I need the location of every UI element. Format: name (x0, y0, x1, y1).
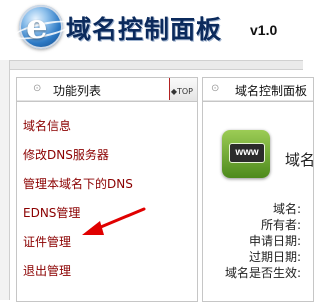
info-label-active: 域名是否生效: (224, 266, 301, 280)
tab-function-list[interactable]: ⊙ 功能列表 (17, 78, 170, 100)
left-edge-bar (0, 60, 10, 300)
function-list-panel: ⊙ 功能列表 ◆TOP 域名信息 修改DNS服务器 管理本域名下的DNS EDN… (16, 77, 198, 302)
red-arrow-annotation-icon (82, 207, 146, 235)
info-label-domain: 域名: (272, 202, 301, 216)
control-panel: ⊙ 域名控制面板 www 域名 域名: 所有者: 申请日期: 过期日期: 域名是… (202, 77, 316, 302)
globe-logo-icon: e (12, 5, 74, 49)
info-label-apply-date: 申请日期: (248, 234, 301, 248)
app-title: 域名控制面板 (66, 15, 223, 44)
www-label: www (235, 147, 259, 158)
www-screen: www (229, 143, 265, 163)
function-menu: 域名信息 修改DNS服务器 管理本域名下的DNS EDNS管理 证件管理 退出管… (23, 117, 133, 291)
function-list-header: ⊙ 功能列表 ◆TOP (17, 78, 197, 102)
info-label-expire-date: 过期日期: (248, 250, 301, 264)
domain-info-list: 域名: 所有者: 申请日期: 过期日期: 域名是否生效: (203, 201, 301, 281)
menu-item-logout[interactable]: 退出管理 (23, 262, 133, 291)
top-link-label: TOP (176, 87, 193, 96)
www-icon: www (222, 130, 270, 178)
menu-item-domain-info[interactable]: 域名信息 (23, 117, 133, 146)
function-list-title: 功能列表 (53, 84, 102, 98)
top-link[interactable]: ◆TOP (171, 87, 193, 96)
menu-item-modify-dns-server[interactable]: 修改DNS服务器 (23, 146, 133, 175)
control-panel-header: ⊙ 域名控制面板 (203, 78, 313, 102)
domain-heading: 域名 (285, 151, 316, 169)
info-label-owner: 所有者: (260, 218, 301, 232)
header-divider (0, 60, 303, 70)
circle-bullet-icon: ⊙ (33, 83, 42, 94)
header: e 域名控制面板 v1.0 (0, 0, 303, 56)
circle-bullet-icon: ⊙ (211, 83, 220, 94)
logo-letter: e (26, 7, 48, 47)
tab-control-panel[interactable]: ⊙ 域名控制面板 (203, 78, 313, 100)
control-panel-title: 域名控制面板 (235, 84, 308, 98)
app-version: v1.0 (250, 22, 278, 38)
menu-item-manage-dns[interactable]: 管理本域名下的DNS (23, 175, 133, 204)
